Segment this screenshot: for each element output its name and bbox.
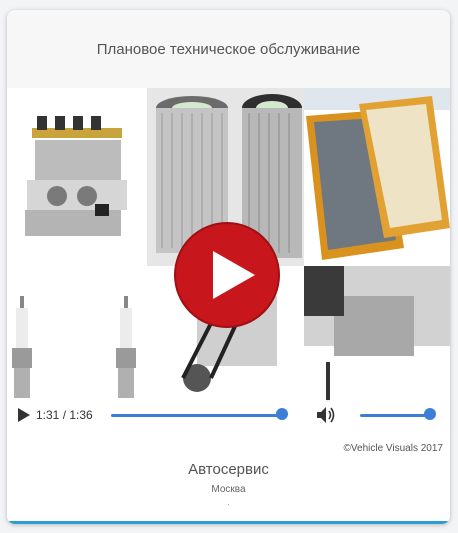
video-frame[interactable] xyxy=(7,88,450,408)
footer-mark: . xyxy=(227,497,230,507)
play-control[interactable] xyxy=(17,407,31,423)
card-accent-line xyxy=(7,521,450,524)
progress-bar[interactable] xyxy=(111,414,282,417)
video-controls: 1:31 / 1:36 xyxy=(7,400,450,430)
card-header: Плановое техническое обслуживание xyxy=(7,10,450,89)
video-title: Плановое техническое обслуживание xyxy=(96,40,361,58)
air-filter-thumbnail xyxy=(304,88,450,266)
volume-slider[interactable] xyxy=(360,414,430,417)
volume-control[interactable] xyxy=(316,406,336,424)
copyright-text: ©Vehicle Visuals 2017 xyxy=(343,443,443,454)
big-play-button[interactable] xyxy=(173,221,281,329)
volume-icon xyxy=(317,407,335,423)
organization-city: Москва xyxy=(211,484,246,495)
play-icon xyxy=(18,408,30,422)
organization-name: Автосервис xyxy=(188,461,269,478)
volume-handle[interactable] xyxy=(424,408,436,420)
gearbox-thumbnail xyxy=(304,266,450,408)
spark-plug-thumbnail xyxy=(7,278,167,408)
time-display: 1:31 / 1:36 xyxy=(36,408,93,422)
progress-handle[interactable] xyxy=(276,408,288,420)
video-card: Плановое техническое обслуживание 1:31 /… xyxy=(7,10,450,524)
big-play-icon xyxy=(174,222,280,328)
engine-thumbnail xyxy=(7,88,147,278)
